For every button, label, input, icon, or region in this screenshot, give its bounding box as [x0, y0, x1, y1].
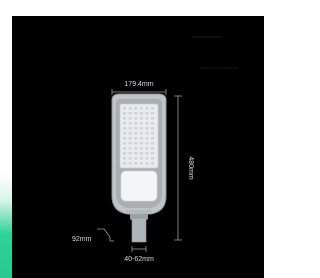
led-chip	[128, 152, 132, 155]
led-chip	[139, 137, 143, 140]
led-chip	[151, 152, 155, 155]
led-chip	[139, 162, 143, 165]
depth-label: 92mm	[72, 236, 92, 243]
led-chip	[128, 122, 132, 125]
led-chip	[145, 147, 149, 150]
led-chip	[128, 142, 132, 145]
product-image-frame: 179.4mm 480mm 92mm 40-62mm	[0, 0, 274, 278]
led-chip	[128, 127, 132, 130]
led-chip	[139, 117, 143, 120]
led-chip	[151, 122, 155, 125]
led-chip	[134, 127, 138, 130]
led-chip	[128, 147, 132, 150]
led-chip	[134, 152, 138, 155]
width-label: 179.4mm	[124, 81, 153, 88]
street-light-diagram: 179.4mm 480mm 92mm 40-62mm	[72, 36, 238, 263]
led-chip	[123, 162, 127, 165]
led-chip	[151, 162, 155, 165]
led-chip	[123, 127, 127, 130]
faint-text-decoration	[192, 36, 238, 69]
led-chip	[128, 132, 132, 135]
led-chip	[139, 157, 143, 160]
depth-dimension: 92mm	[72, 228, 114, 243]
width-dimension: 179.4mm	[111, 81, 167, 95]
led-chip	[123, 112, 127, 115]
led-chip	[139, 127, 143, 130]
led-chip	[128, 112, 132, 115]
street-light-product	[111, 93, 167, 243]
led-chip	[145, 157, 149, 160]
led-chip	[145, 112, 149, 115]
pole-dimension: 40-62mm	[124, 246, 154, 263]
led-chip	[123, 142, 127, 145]
pole-stub	[131, 217, 147, 243]
pole-label: 40-62mm	[124, 256, 154, 263]
led-chip	[151, 107, 155, 110]
led-chip	[145, 132, 149, 135]
led-chip	[128, 107, 132, 110]
pole-clamp	[126, 210, 152, 214]
led-chip	[145, 137, 149, 140]
led-chip	[151, 142, 155, 145]
led-chip	[123, 117, 127, 120]
led-chip	[128, 162, 132, 165]
led-chip	[134, 107, 138, 110]
led-chip	[139, 152, 143, 155]
led-chip	[134, 137, 138, 140]
led-chip	[139, 112, 143, 115]
led-chip	[151, 132, 155, 135]
led-chip	[123, 132, 127, 135]
led-chip	[134, 122, 138, 125]
led-chip	[151, 117, 155, 120]
height-dimension: 480mm	[174, 95, 194, 241]
led-chip	[134, 162, 138, 165]
led-chip	[123, 157, 127, 160]
led-chip	[151, 157, 155, 160]
led-chip	[134, 142, 138, 145]
led-chip	[123, 107, 127, 110]
led-chip	[123, 152, 127, 155]
led-chip	[139, 122, 143, 125]
led-chip	[139, 132, 143, 135]
led-chip	[145, 152, 149, 155]
driver-cover	[120, 170, 158, 202]
led-chip	[134, 147, 138, 150]
led-chip	[128, 117, 132, 120]
led-chip	[134, 157, 138, 160]
led-chip	[145, 107, 149, 110]
led-chip	[123, 147, 127, 150]
led-chip	[123, 137, 127, 140]
led-chip	[151, 127, 155, 130]
led-chip	[145, 162, 149, 165]
led-chip	[151, 147, 155, 150]
led-chip	[128, 157, 132, 160]
led-chip	[123, 122, 127, 125]
led-chip	[145, 142, 149, 145]
led-chip	[139, 142, 143, 145]
led-chip	[145, 122, 149, 125]
led-chip	[134, 132, 138, 135]
height-label: 480mm	[187, 156, 194, 180]
led-chip	[151, 137, 155, 140]
led-chip	[145, 127, 149, 130]
led-chip	[134, 112, 138, 115]
led-chip	[134, 117, 138, 120]
led-chip	[145, 117, 149, 120]
led-chip	[128, 137, 132, 140]
led-chip	[139, 107, 143, 110]
led-chip	[139, 147, 143, 150]
led-chip	[151, 112, 155, 115]
